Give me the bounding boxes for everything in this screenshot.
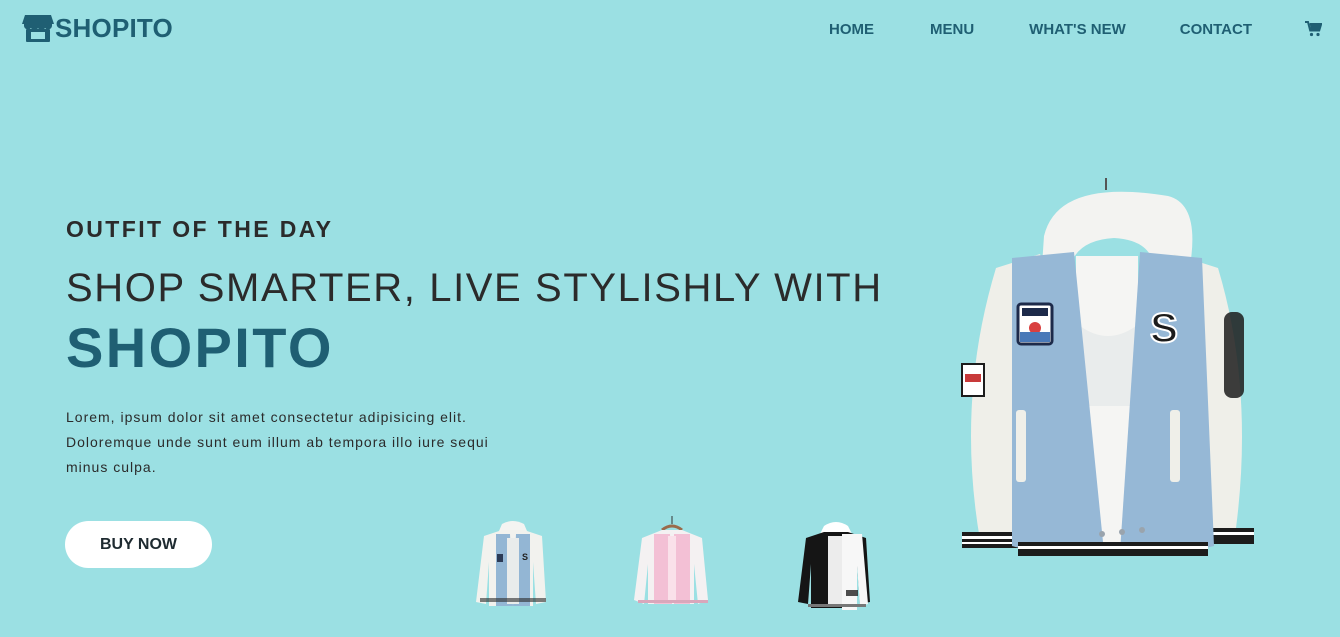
hero-description: Lorem, ipsum dolor sit amet consectetur … xyxy=(66,409,489,475)
buy-now-button[interactable]: BUY NOW xyxy=(65,521,212,568)
pink-jacket-image xyxy=(634,516,708,604)
hero-brand: SHOPITO xyxy=(66,316,334,379)
navbar: SHOPITO HOME MENU WHAT'S NEW CONTACT xyxy=(0,0,1340,60)
black-jacket-image xyxy=(798,522,870,610)
cart-icon xyxy=(1305,21,1323,37)
varsity-jacket-image: S xyxy=(961,178,1254,556)
nav-link-contact[interactable]: CONTACT xyxy=(1180,20,1252,40)
blue-jacket-image: S xyxy=(476,521,546,606)
cart-button[interactable] xyxy=(1305,21,1323,37)
thumbnail-pink-jacket[interactable] xyxy=(630,516,716,608)
nav-link-home[interactable]: HOME xyxy=(829,20,874,40)
logo[interactable]: SHOPITO xyxy=(22,13,173,43)
svg-text:S: S xyxy=(522,552,528,562)
hero-product-image: S xyxy=(948,176,1266,568)
thumbnail-black-jacket[interactable] xyxy=(798,520,874,612)
thumbnail-blue-jacket[interactable]: S xyxy=(474,518,552,610)
nav-link-menu[interactable]: MENU xyxy=(930,20,974,40)
hero-eyebrow: OUTFIT OF THE DAY xyxy=(66,216,334,242)
hero-section: OUTFIT OF THE DAY SHOP SMARTER, LIVE STY… xyxy=(66,215,906,480)
logo-text: SHOPITO xyxy=(55,13,173,43)
svg-text:S: S xyxy=(1150,304,1178,351)
nav-link-whats-new[interactable]: WHAT'S NEW xyxy=(1029,20,1126,40)
hero-headline: SHOP SMARTER, LIVE STYLISHLY WITH xyxy=(66,266,883,310)
nav-menu: HOME MENU WHAT'S NEW CONTACT xyxy=(829,20,1252,40)
store-icon xyxy=(22,15,54,42)
